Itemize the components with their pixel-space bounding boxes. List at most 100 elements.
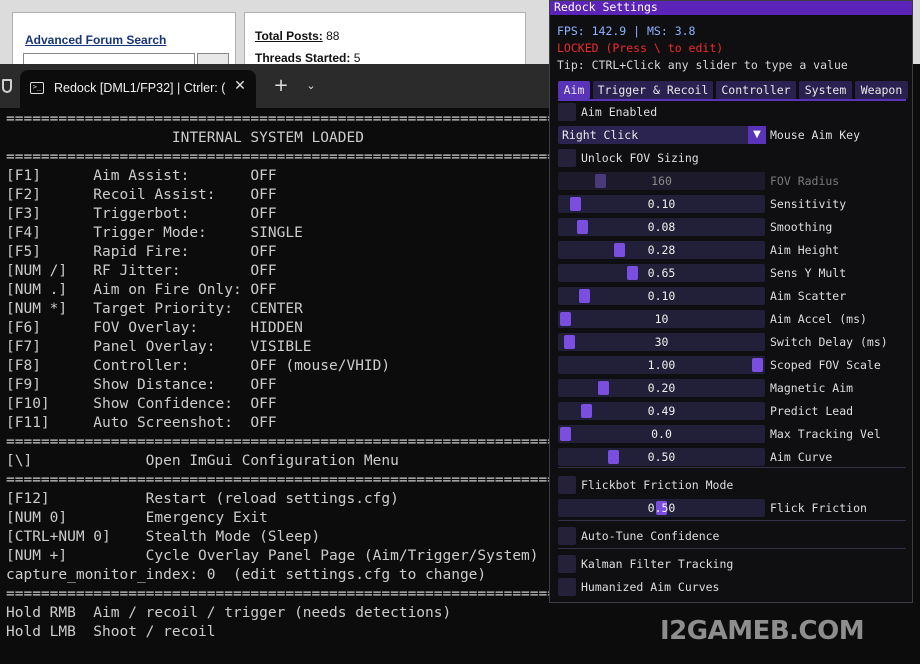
locked-status: LOCKED (Press \ to edit) <box>557 41 724 55</box>
console-line: [CTRL+NUM 0] Stealth Mode (Sleep) <box>6 529 321 545</box>
mouse-aim-key-label: Mouse Aim Key <box>770 128 861 142</box>
humanized-label: Humanized Aim Curves <box>581 580 720 594</box>
slider-label: FOV Radius <box>770 174 840 188</box>
flick-friction-value: 0.50 <box>647 501 676 515</box>
threads-started-value: 5 <box>353 51 361 65</box>
advanced-search-link[interactable]: Advanced Forum Search <box>25 33 166 47</box>
slider-value: 10 <box>654 312 669 326</box>
slider-magnetic-aim[interactable]: 0.20 <box>558 379 765 397</box>
forum-stats-box: Total Posts: 88 Threads Started: 5 <box>244 12 526 66</box>
settings-title: Redock Settings <box>554 0 658 14</box>
console-line: [F11] Auto Screenshot: OFF <box>6 415 277 431</box>
total-posts-label: Total Posts: <box>255 29 323 43</box>
unlock-fov-checkbox[interactable] <box>558 149 576 167</box>
console-line: [F5] Rapid Fire: OFF <box>6 244 277 260</box>
slider-aim-height[interactable]: 0.28 <box>558 241 765 259</box>
new-tab-icon[interactable]: + <box>270 74 292 98</box>
slider-label: Scoped FOV Scale <box>770 358 881 372</box>
console-line: ========================================… <box>6 434 560 450</box>
slider-max-tracking-vel[interactable]: 0.0 <box>558 425 765 443</box>
slider-label: Aim Scatter <box>770 289 847 303</box>
slider-value: 0.49 <box>647 404 676 418</box>
humanized-checkbox[interactable] <box>558 578 576 596</box>
slider-predict-lead[interactable]: 0.49 <box>558 402 765 420</box>
console-line: capture_monitor_index: 0 (edit settings.… <box>6 567 487 583</box>
console-line: [NUM +] Cycle Overlay Panel Page (Aim/Tr… <box>6 548 539 564</box>
slider-value: 0.28 <box>647 243 676 257</box>
mouse-aim-key-combo[interactable]: Right Click ▼ <box>558 126 766 144</box>
settings-tabs: Aim Trigger & Recoil Controller System W… <box>558 81 908 99</box>
tab-system[interactable]: System <box>799 81 852 99</box>
console-line: [F4] Trigger Mode: SINGLE <box>6 225 303 241</box>
flickbot-label: Flickbot Friction Mode <box>581 478 734 492</box>
terminal-tab-bar: >_ Redock [DML1/FP32] | Ctrler: ( ✕ + ⌄ <box>0 64 560 108</box>
close-tab-icon[interactable]: ✕ <box>232 76 248 96</box>
combo-arrow-icon: ▼ <box>748 126 766 144</box>
slider-label: Sens Y Mult <box>770 266 847 280</box>
auto-tune-label: Auto-Tune Confidence <box>581 529 720 543</box>
console-line: INTERNAL SYSTEM LOADED <box>6 130 364 146</box>
slider-value: 0.65 <box>647 266 676 280</box>
auto-tune-checkbox[interactable] <box>558 527 576 545</box>
console-line: [\] Open ImGui Configuration Menu <box>6 453 399 469</box>
slider-switch-delay-ms[interactable]: 30 <box>558 333 765 351</box>
separator <box>558 467 906 468</box>
tab-trigger-recoil[interactable]: Trigger & Recoil <box>593 81 713 99</box>
console-line: [F10] Show Confidence: OFF <box>6 396 277 412</box>
separator <box>558 520 906 521</box>
slider-value: 0.0 <box>651 427 672 441</box>
slider-label: Predict Lead <box>770 404 854 418</box>
aim-enabled-checkbox[interactable] <box>558 103 576 121</box>
settings-titlebar[interactable]: Redock Settings <box>550 0 912 15</box>
terminal-icon: >_ <box>30 82 44 94</box>
slider-label: Aim Accel (ms) <box>770 312 867 326</box>
console-line: Hold RMB Aim / recoil / trigger (needs d… <box>6 605 452 621</box>
console-line: [F7] Panel Overlay: VISIBLE <box>6 339 312 355</box>
slider-fov-radius[interactable]: 160 <box>558 172 765 190</box>
console-line: [NUM /] RF Jitter: OFF <box>6 263 277 279</box>
chevron-down-icon[interactable]: ⌄ <box>302 74 320 98</box>
aim-enabled-label: Aim Enabled <box>581 105 658 119</box>
console-line: [F9] Show Distance: OFF <box>6 377 277 393</box>
console-line: [NUM *] Target Priority: CENTER <box>6 301 303 317</box>
flickbot-checkbox[interactable] <box>558 476 576 494</box>
slider-aim-scatter[interactable]: 0.10 <box>558 287 765 305</box>
slider-label: Magnetic Aim <box>770 381 854 395</box>
slider-aim-accel-ms[interactable]: 10 <box>558 310 765 328</box>
shield-icon <box>2 79 12 93</box>
threads-started-stat: Threads Started: 5 <box>255 51 360 65</box>
tab-aim[interactable]: Aim <box>558 81 590 99</box>
slider-scoped-fov-scale[interactable]: 1.00 <box>558 356 765 374</box>
slider-aim-curve[interactable]: 0.50 <box>558 448 765 466</box>
flick-friction-slider[interactable]: 0.50 <box>558 499 765 517</box>
unlock-fov-label: Unlock FOV Sizing <box>581 151 699 165</box>
tab-controller[interactable]: Controller <box>716 81 796 99</box>
console-line: [F6] FOV Overlay: HIDDEN <box>6 320 303 336</box>
console-line: ========================================… <box>6 111 560 127</box>
kalman-checkbox[interactable] <box>558 555 576 573</box>
console-output: ========================================… <box>6 110 560 642</box>
slider-smoothing[interactable]: 0.08 <box>558 218 765 236</box>
fps-readout: FPS: 142.9 | MS: 3.8 <box>557 24 696 38</box>
total-posts-value: 88 <box>326 29 340 43</box>
terminal-window: >_ Redock [DML1/FP32] | Ctrler: ( ✕ + ⌄ … <box>0 64 560 664</box>
slider-sensitivity[interactable]: 0.10 <box>558 195 765 213</box>
console-line: [F1] Aim Assist: OFF <box>6 168 277 184</box>
slider-label: Max Tracking Vel <box>770 427 881 441</box>
tab-weapon[interactable]: Weapon <box>855 81 908 99</box>
console-line: ========================================… <box>6 149 560 165</box>
slider-label: Sensitivity <box>770 197 847 211</box>
kalman-label: Kalman Filter Tracking <box>581 557 734 571</box>
slider-value: 0.10 <box>647 289 676 303</box>
slider-value: 0.20 <box>647 381 676 395</box>
separator <box>558 548 906 549</box>
forum-search-box: Advanced Forum Search <box>12 12 236 69</box>
console-line: ========================================… <box>6 472 560 488</box>
slider-value: 0.50 <box>647 450 676 464</box>
slider-label: Smoothing <box>770 220 833 234</box>
slider-label: Aim Height <box>770 243 840 257</box>
settings-panel: Redock Settings FPS: 142.9 | MS: 3.8 LOC… <box>549 0 913 603</box>
console-line: [F12] Restart (reload settings.cfg) <box>6 491 399 507</box>
terminal-tab[interactable]: >_ Redock [DML1/FP32] | Ctrler: ( ✕ <box>20 70 256 108</box>
slider-sens-y-mult[interactable]: 0.65 <box>558 264 765 282</box>
